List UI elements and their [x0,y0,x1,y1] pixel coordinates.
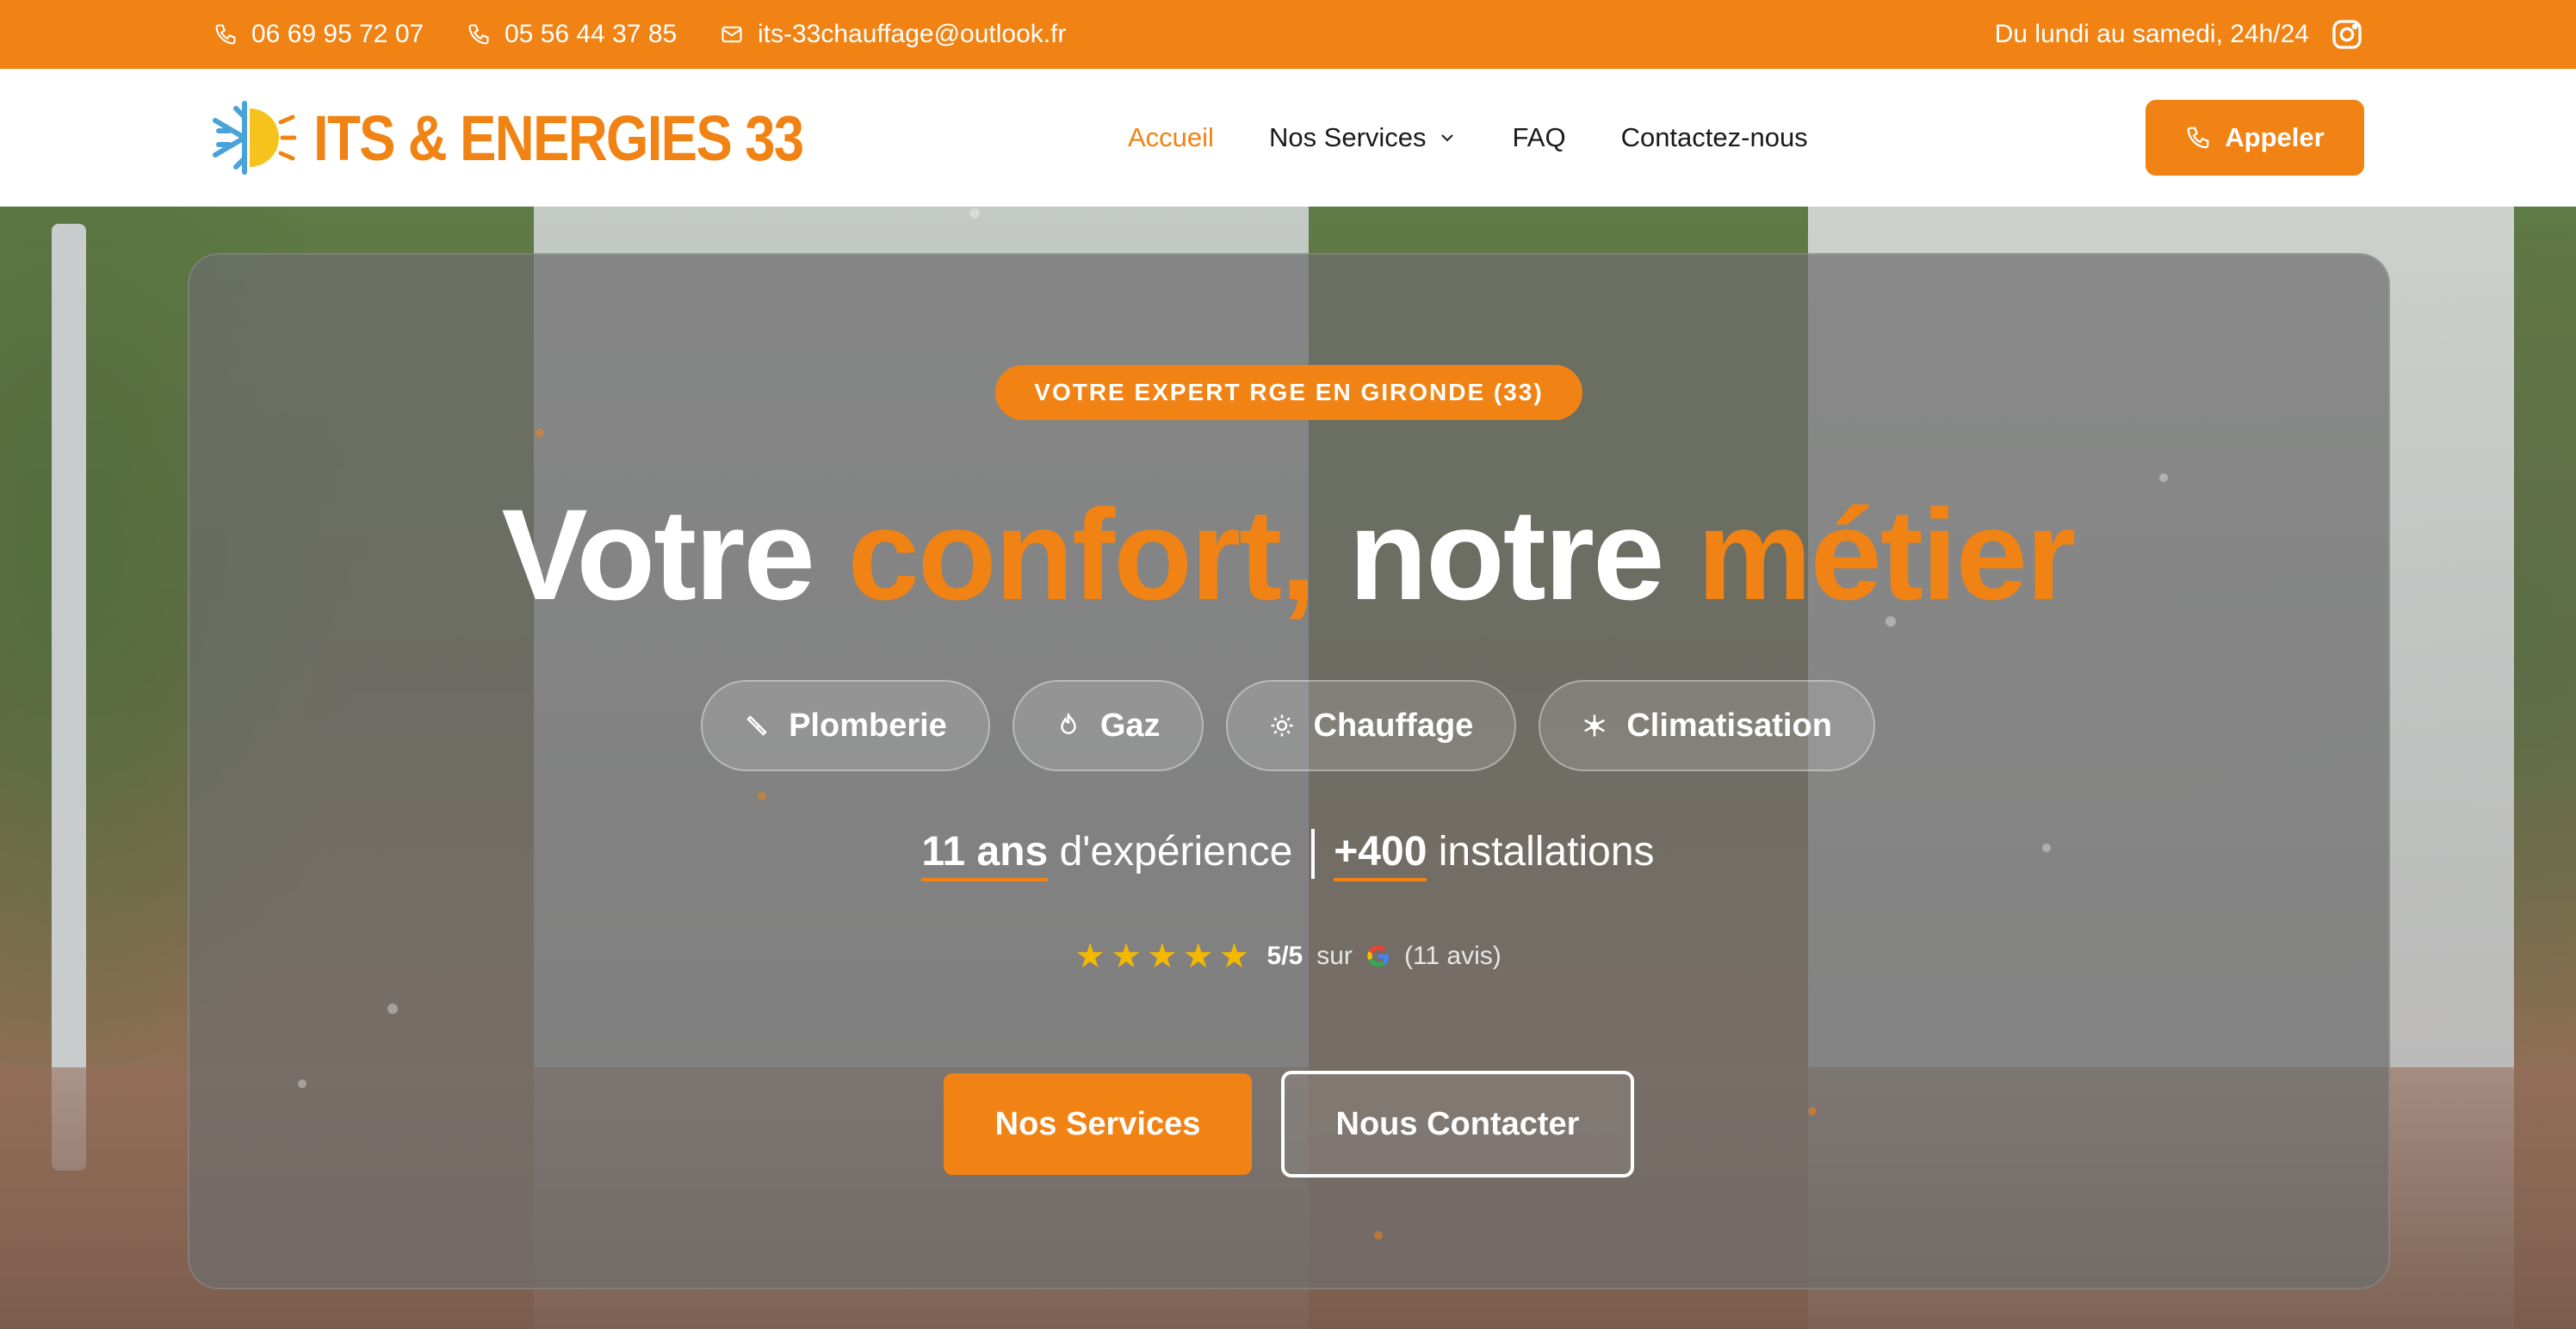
pill-plumbing[interactable]: Plomberie [701,680,990,771]
rating-review-count: (11 avis) [1403,942,1502,970]
rating-score: 5/5 [1266,942,1303,970]
chevron-down-icon [1440,134,1453,142]
nav-item-home[interactable]: Accueil [1128,122,1214,153]
phone-icon [215,24,236,45]
nav-item-services-label: Nos Services [1268,122,1427,152]
phone-number-2: 05 56 44 37 85 [505,20,678,48]
stats-divider [1311,829,1316,880]
particle [758,792,766,800]
service-pills: Plomberie Gaz Chauffage Climatisation [0,680,2576,771]
top-bar: 06 69 95 72 07 05 56 44 37 85 its-33chau… [0,0,2576,69]
pill-ac-label: Climatisation [1626,707,1832,744]
headline-part-1: Votre [501,482,848,627]
snowflake-sun-logo-icon [213,101,296,175]
hero-stats: 11 ans d'expérience +400 installations [0,828,2576,881]
snowflake-icon [1584,714,1606,737]
email-address: its-33chauffage@outlook.fr [758,20,1067,48]
phone-icon [468,24,489,45]
rating-stars: ★★★★★ [1074,937,1255,975]
particle [387,1004,398,1014]
wrench-icon [746,715,767,736]
particle [298,1079,307,1088]
pill-heating-label: Chauffage [1313,707,1474,744]
headline-accent-2: métier [1697,482,2076,627]
pill-gas[interactable]: Gaz [1012,680,1204,771]
hero-headline: Votre confort, notre métier [0,480,2576,629]
call-button-label: Appeler [2225,122,2325,152]
stat-installs-label: installations [1427,829,1655,875]
mail-icon [721,26,742,43]
nav-item-services[interactable]: Nos Services [1269,122,1458,153]
particle [969,208,980,219]
services-button[interactable]: Nos Services [944,1073,1252,1175]
hero-section: VOTRE EXPERT RGE EN GIRONDE (33) Votre c… [0,207,2576,1329]
particle [1374,1231,1383,1239]
instagram-icon[interactable] [2330,17,2364,52]
call-button[interactable]: Appeler [2146,100,2364,176]
stat-installs-value: +400 [1334,829,1427,881]
google-rating[interactable]: ★★★★★ 5/5 sur (11 avis) [0,936,2576,976]
flame-icon [1061,713,1076,734]
pill-gas-label: Gaz [1099,707,1161,744]
opening-hours: Du lundi au samedi, 24h/24 [1994,20,2309,48]
phone-number-1: 06 69 95 72 07 [251,20,424,48]
particle [1808,1107,1817,1116]
stat-years-value: 11 ans [921,829,1049,881]
rating-on-label: sur [1316,942,1353,970]
site-header: ITS & ENERGIES 33 Accueil Nos Services F… [0,69,2576,207]
nav-item-contact[interactable]: Contactez-nous [1621,122,1808,153]
pill-ac[interactable]: Climatisation [1539,680,1875,771]
pill-heating[interactable]: Chauffage [1225,680,1517,771]
main-nav: Accueil Nos Services FAQ Contactez-nous [1128,69,1863,207]
email-link[interactable]: its-33chauffage@outlook.fr [720,0,1066,69]
particle [536,429,544,437]
headline-part-2: notre [1314,482,1698,627]
phone-link-1[interactable]: 06 69 95 72 07 [214,0,424,69]
headline-accent-1: confort, [847,482,1316,627]
nav-item-faq[interactable]: FAQ [1513,122,1566,153]
rge-badge: VOTRE EXPERT RGE EN GIRONDE (33) [995,365,1582,420]
stat-years-label: d'expérience [1048,829,1293,875]
pill-plumbing-label: Plomberie [789,707,947,744]
logo[interactable]: ITS & ENERGIES 33 [210,96,882,179]
contact-button[interactable]: Nous Contacter [1281,1071,1634,1178]
phone-link-2[interactable]: 05 56 44 37 85 [467,0,677,69]
logo-text: ITS & ENERGIES 33 [313,102,804,174]
sun-icon [1271,714,1293,737]
phone-icon [2187,127,2209,149]
google-icon [1367,945,1389,967]
